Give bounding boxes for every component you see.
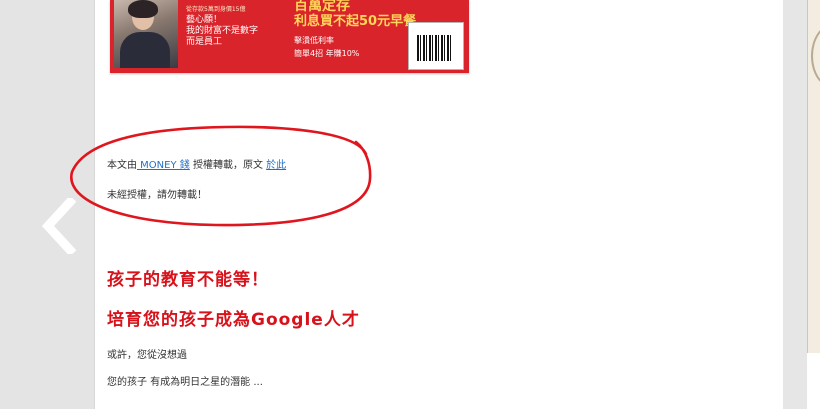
promo-heading-1: 孩子的教育不能等！ [107,270,269,290]
right-sidebar-footer [807,353,820,409]
banner-line-1: 藝心願！ [186,15,223,25]
reprint-notice: 未經授權，請勿轉載！ [107,190,207,201]
original-article-link[interactable]: 於此 [266,160,286,171]
chevron-left-icon[interactable] [38,195,78,257]
source-link[interactable]: MONEY 錢 [137,160,190,171]
right-sidebar [807,0,820,353]
banner-line-2: 我的財富不是數字 [186,26,259,36]
banner-small-text: 從存款5萬到身價15億 [186,6,246,13]
attribution-prefix: 本文由 [107,160,137,171]
book-ad-banner[interactable]: 從存款5萬到身價15億 藝心願！ 我的財富不是數字 而是員工 百萬定存 利息買不… [110,0,469,73]
banner-left-text: 從存款5萬到身價15億 藝心願！ 我的財富不是數字 而是員工 [186,4,258,48]
promo-heading-2: 培育您的孩子成為Google人才 [107,310,360,330]
book-cover-thumbnail [408,22,464,70]
barcode-icon [417,35,453,61]
sidebar-avatar [811,24,820,88]
attribution-line: 本文由 MONEY 錢 授權轉載，原文 於此 [107,156,286,171]
promo-body-line-1: 或許，您從沒想過 [107,350,187,361]
author-photo [114,0,178,68]
banner-sub-2: 簡單4招 年賺10% [294,49,360,58]
promo-body-line-2: 您的孩子 有成為明日之星的潛能 ... [107,377,263,388]
banner-sub-1: 擊潰低利率 [294,36,334,45]
attribution-middle: 授權轉載，原文 [189,160,267,171]
banner-line-3: 而是員工 [186,37,223,47]
right-gutter [783,0,807,409]
